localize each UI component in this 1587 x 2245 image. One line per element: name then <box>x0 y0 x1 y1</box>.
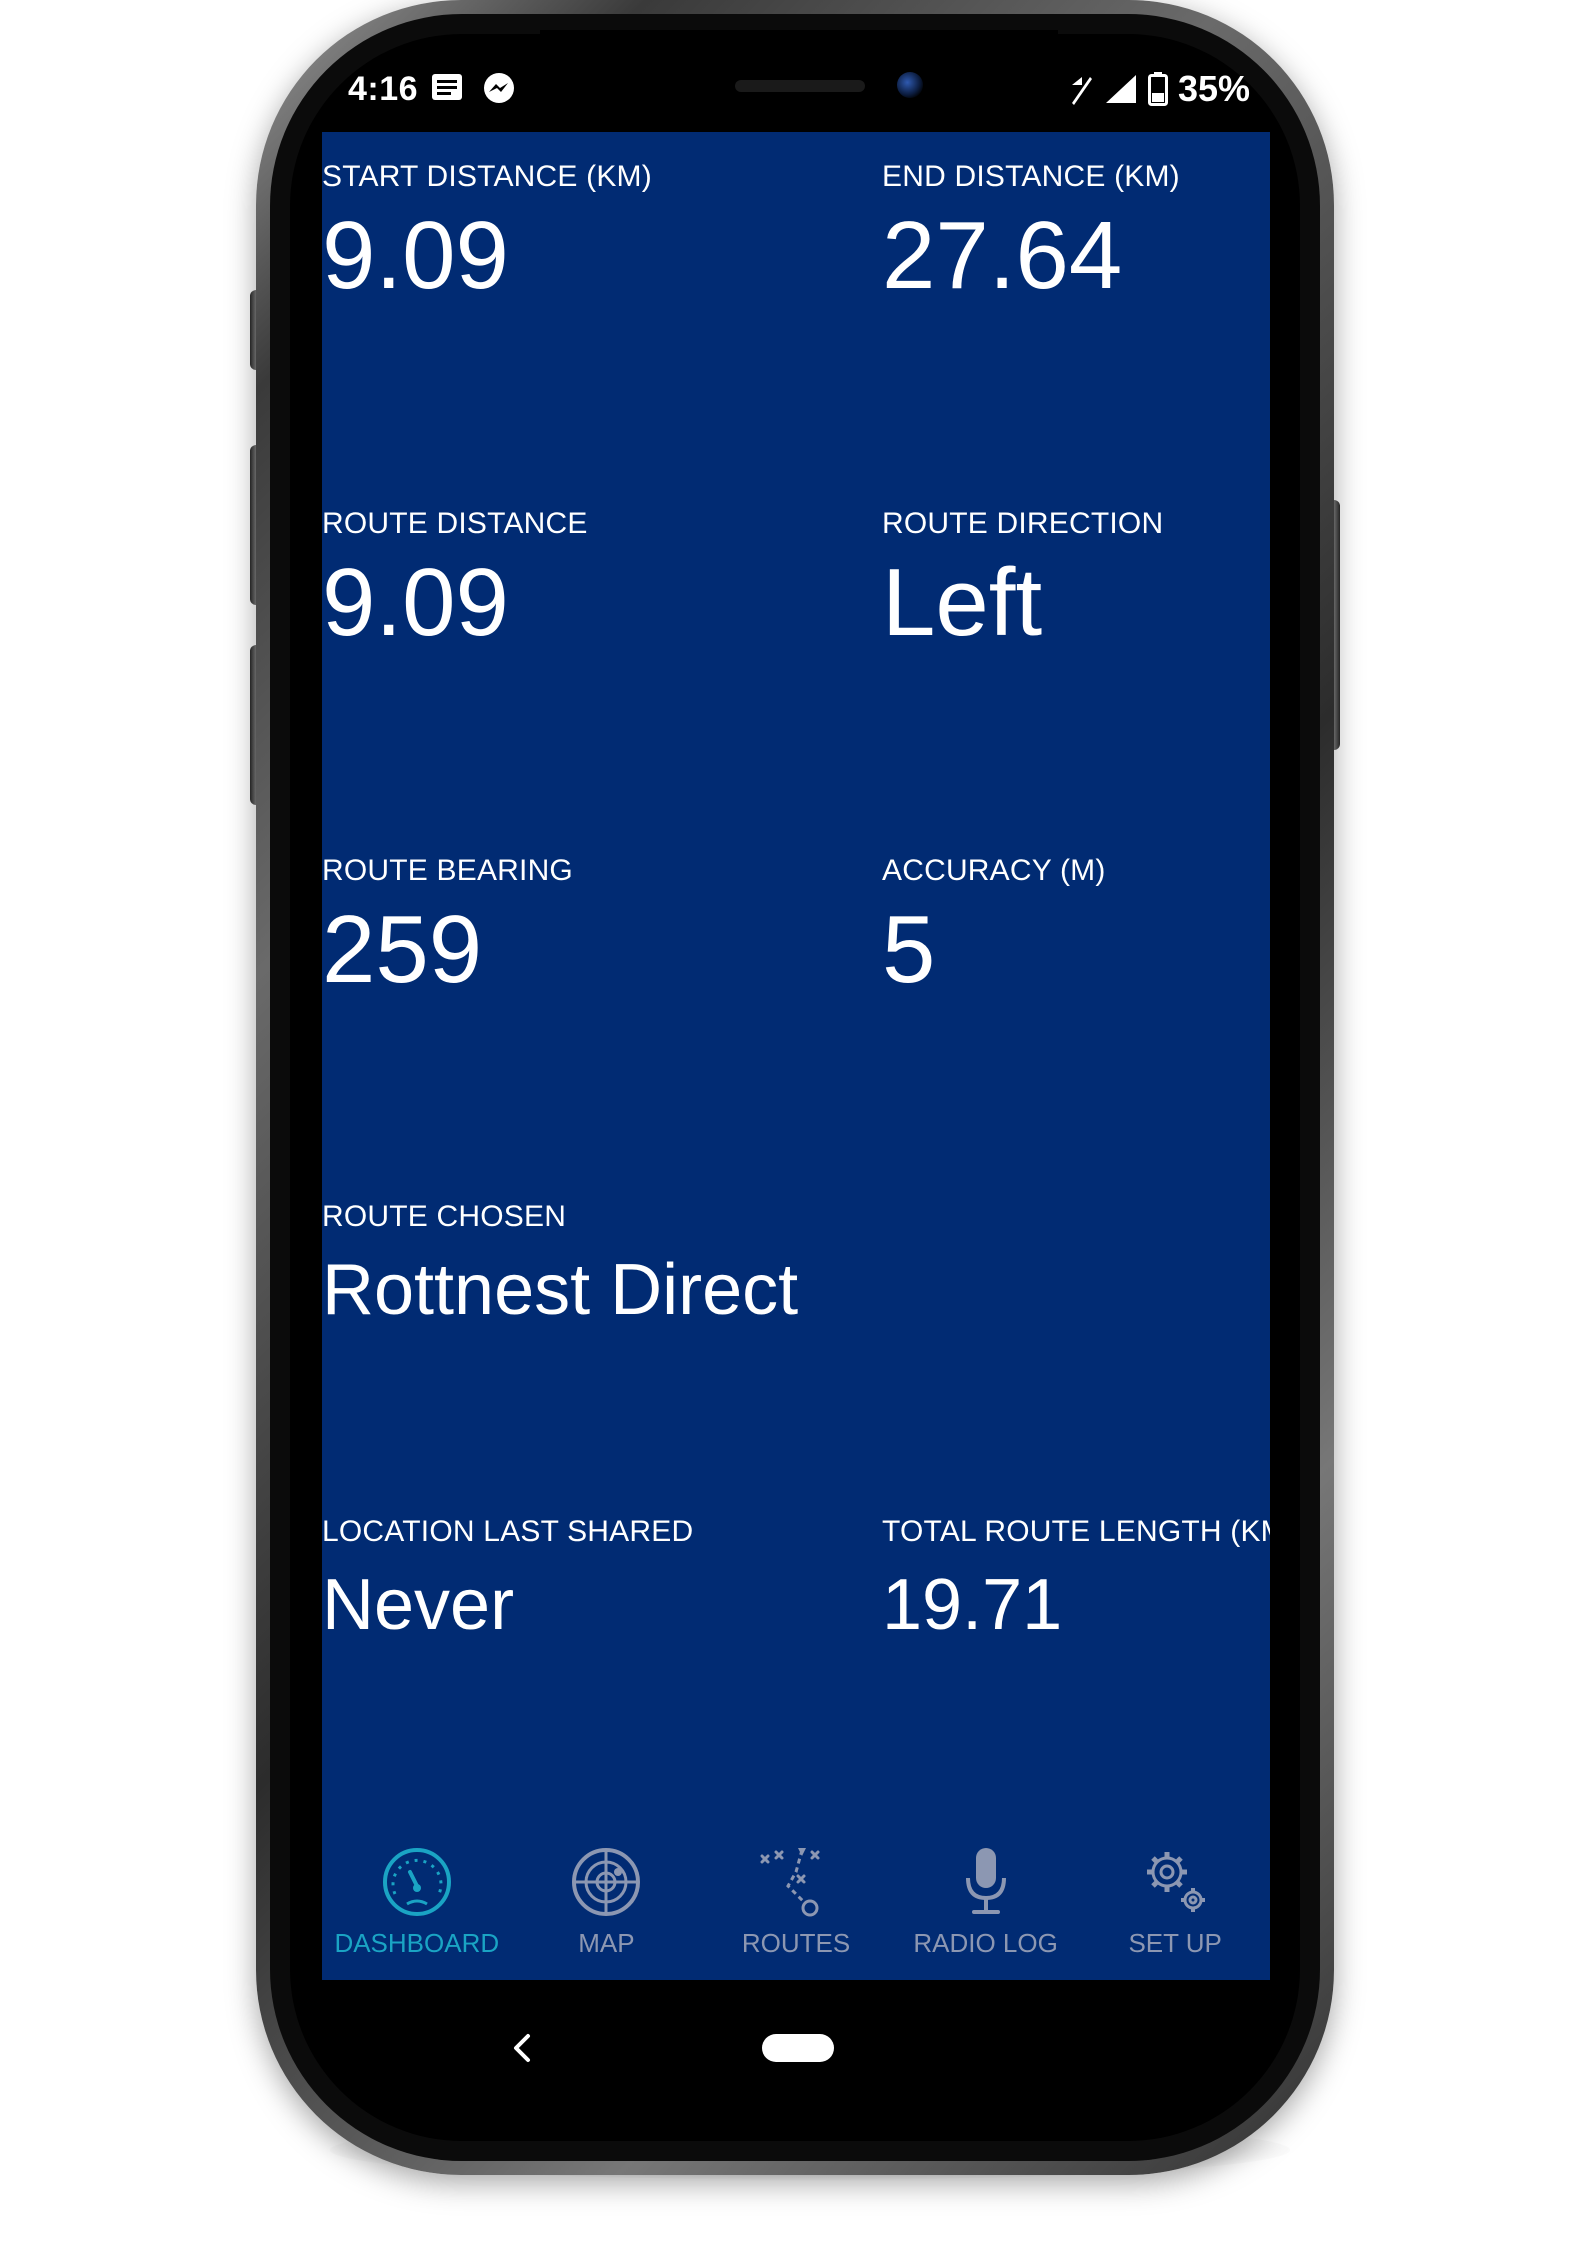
nav-tab-set-up-label: SET UP <box>1128 1928 1222 1958</box>
no-data-icon <box>1071 77 1092 105</box>
front-camera <box>897 72 923 98</box>
app-screen: START DISTANCE (KM) 9.09 END DISTANCE (K… <box>322 132 1270 1980</box>
start-distance-value: 9.09 <box>322 202 509 309</box>
nav-tab-routes[interactable]: ROUTES <box>701 1842 891 1972</box>
earpiece-speaker <box>735 80 865 92</box>
radar-map-icon <box>572 1848 641 1916</box>
route-direction-value: Left <box>882 549 1043 656</box>
microphone-icon <box>965 1848 1006 1914</box>
total-route-length-value: 19.71 <box>882 1565 1063 1645</box>
system-home-pill[interactable] <box>762 2034 834 2062</box>
nav-tab-dashboard-label: DASHBOARD <box>334 1928 500 1958</box>
nav-tab-radio-log-label: RADIO LOG <box>913 1928 1058 1958</box>
messenger-icon <box>484 73 514 103</box>
nav-tab-map[interactable]: MAP <box>512 1842 702 1972</box>
end-distance-field: END DISTANCE (KM) 27.64 <box>882 160 1180 304</box>
location-last-shared-label: LOCATION LAST SHARED <box>322 1515 694 1548</box>
device-mockup: 4:16 35% START DISTANCE (KM) 9.09 END DI… <box>0 0 1587 2245</box>
end-distance-value: 27.64 <box>882 202 1123 309</box>
accuracy-label: ACCURACY (M) <box>882 854 1106 887</box>
system-back-icon[interactable] <box>504 2030 540 2066</box>
route-chosen-label: ROUTE CHOSEN <box>322 1200 567 1233</box>
bottom-navigation: DASHBOARD MAP ROUTES RADIO LOG SET UP <box>322 1842 1270 1972</box>
battery-icon <box>1147 72 1168 106</box>
nav-tab-routes-label: ROUTES <box>741 1928 851 1958</box>
dashboard-gauge-icon <box>382 1848 451 1916</box>
route-direction-field: ROUTE DIRECTION Left <box>882 507 1163 651</box>
location-last-shared-field: LOCATION LAST SHARED Never <box>322 1515 693 1641</box>
nav-tab-map-label: MAP <box>578 1928 635 1958</box>
gears-icon <box>1147 1852 1206 1912</box>
nav-tab-set-up[interactable]: SET UP <box>1080 1842 1270 1972</box>
route-chosen-value: Rottnest Direct <box>322 1250 799 1330</box>
route-bearing-field: ROUTE BEARING 259 <box>322 854 573 998</box>
notification-icon <box>432 74 462 100</box>
accuracy-field: ACCURACY (M) 5 <box>882 854 1106 998</box>
route-bearing-value: 259 <box>322 896 483 1003</box>
status-icons-left <box>430 72 516 106</box>
route-bearing-label: ROUTE BEARING <box>322 854 573 887</box>
status-icons-right: 35% <box>1068 68 1250 110</box>
status-time: 4:16 <box>348 70 419 108</box>
accuracy-value: 5 <box>882 896 936 1003</box>
end-distance-label: END DISTANCE (KM) <box>882 160 1180 193</box>
total-route-length-label: TOTAL ROUTE LENGTH (KM) <box>882 1515 1270 1548</box>
route-distance-label: ROUTE DISTANCE <box>322 507 588 540</box>
route-direction-label: ROUTE DIRECTION <box>882 507 1164 540</box>
total-route-length-field: TOTAL ROUTE LENGTH (KM) 19.71 <box>882 1515 1270 1641</box>
route-distance-value: 9.09 <box>322 549 509 656</box>
start-distance-label: START DISTANCE (KM) <box>322 160 652 193</box>
route-distance-field: ROUTE DISTANCE 9.09 <box>322 507 588 651</box>
route-plan-icon <box>760 1848 820 1917</box>
signal-icon <box>1105 75 1136 103</box>
nav-tab-radio-log[interactable]: RADIO LOG <box>891 1842 1081 1972</box>
battery-percent: 35% <box>1177 68 1250 109</box>
start-distance-field: START DISTANCE (KM) 9.09 <box>322 160 652 304</box>
location-last-shared-value: Never <box>322 1565 515 1645</box>
nav-tab-dashboard[interactable]: DASHBOARD <box>322 1842 512 1972</box>
route-chosen-field: ROUTE CHOSEN Rottnest Direct <box>322 1200 798 1326</box>
